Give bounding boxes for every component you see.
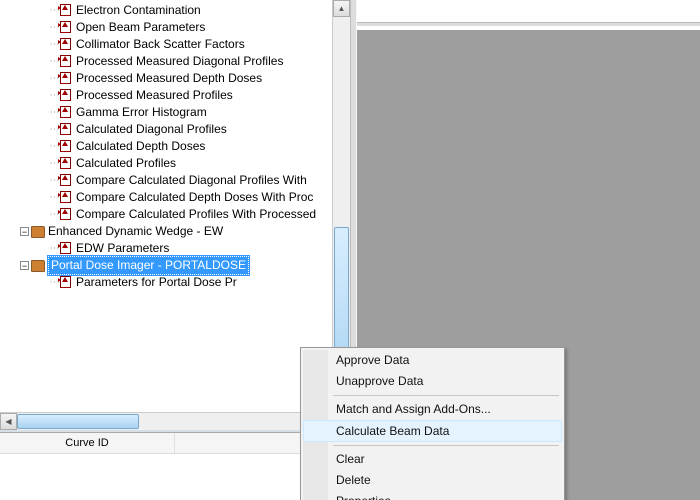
tree-item-label: Calculated Diagonal Profiles <box>76 121 227 138</box>
hscroll-track[interactable] <box>17 413 316 430</box>
tree-item[interactable]: ⋯Gamma Error Histogram <box>0 104 350 121</box>
right-pane-top-border <box>357 0 700 30</box>
scroll-left-button[interactable]: ◀ <box>0 413 17 430</box>
bottom-panel: Curve ID <box>0 432 350 500</box>
tree-item-label: Collimator Back Scatter Factors <box>76 36 245 53</box>
chart-icon <box>58 140 73 153</box>
context-menu-item[interactable]: Properties <box>303 491 562 500</box>
tree-item[interactable]: ⋯Processed Measured Profiles <box>0 87 350 104</box>
bottom-panel-header[interactable]: Curve ID <box>0 433 350 454</box>
chart-icon <box>58 72 73 85</box>
tree-group-selected[interactable]: − Portal Dose Imager - PORTALDOSE <box>0 257 350 274</box>
tree-item-label: Compare Calculated Diagonal Profiles Wit… <box>76 172 307 189</box>
tree-item-label: Processed Measured Profiles <box>76 87 233 104</box>
collapse-icon[interactable]: − <box>20 227 29 236</box>
tree-item[interactable]: ⋯EDW Parameters <box>0 240 350 257</box>
folder-icon <box>31 260 45 272</box>
tree-item-label: Compare Calculated Profiles With Process… <box>76 206 316 223</box>
folder-icon <box>31 226 45 238</box>
horizontal-scrollbar[interactable]: ◀ ▶ <box>0 412 333 430</box>
chart-icon <box>58 157 73 170</box>
tree-item[interactable]: ⋯Processed Measured Diagonal Profiles <box>0 53 350 70</box>
tree-item-label: EDW Parameters <box>76 240 169 257</box>
tree-group[interactable]: − Enhanced Dynamic Wedge - EW <box>0 223 350 240</box>
chart-icon <box>58 4 73 17</box>
tree-view[interactable]: ⋯Electron Contamination⋯Open Beam Parame… <box>0 0 350 293</box>
tree-item-label: Processed Measured Diagonal Profiles <box>76 53 283 70</box>
context-menu-item[interactable]: Approve Data <box>303 350 562 371</box>
tree-item[interactable]: ⋯Collimator Back Scatter Factors <box>0 36 350 53</box>
context-menu-separator <box>303 442 562 449</box>
chart-icon <box>58 106 73 119</box>
tree-item[interactable]: ⋯Calculated Depth Doses <box>0 138 350 155</box>
tree-item-label: Processed Measured Depth Doses <box>76 70 262 87</box>
context-menu-item[interactable]: Delete <box>303 470 562 491</box>
tree-item[interactable]: ⋯Parameters for Portal Dose Pr <box>0 274 350 291</box>
tree-item-label: Calculated Depth Doses <box>76 138 205 155</box>
chart-icon <box>58 123 73 136</box>
tree-item-label: Parameters for Portal Dose Pr <box>76 274 237 291</box>
tree-container: ⋯Electron Contamination⋯Open Beam Parame… <box>0 0 350 432</box>
tree-item[interactable]: ⋯Electron Contamination <box>0 2 350 19</box>
chart-icon <box>58 174 73 187</box>
tree-group-label: Portal Dose Imager - PORTALDOSE <box>48 256 249 275</box>
tree-item-label: Electron Contamination <box>76 2 201 19</box>
tree-item[interactable]: ⋯Calculated Profiles <box>0 155 350 172</box>
context-menu: Approve DataUnapprove Data Match and Assi… <box>300 347 565 500</box>
tree-item[interactable]: ⋯Calculated Diagonal Profiles <box>0 121 350 138</box>
context-menu-item[interactable]: Match and Assign Add-Ons... <box>303 399 562 420</box>
context-menu-item[interactable]: Clear <box>303 449 562 470</box>
tree-item[interactable]: ⋯Compare Calculated Profiles With Proces… <box>0 206 350 223</box>
context-menu-item[interactable]: Unapprove Data <box>303 371 562 392</box>
context-menu-item[interactable]: Calculate Beam Data <box>303 420 562 442</box>
chart-icon <box>58 89 73 102</box>
left-pane: ⋯Electron Contamination⋯Open Beam Parame… <box>0 0 350 500</box>
vscroll-track[interactable] <box>333 17 350 396</box>
scroll-up-button[interactable]: ▲ <box>333 0 350 17</box>
tree-item[interactable]: ⋯Processed Measured Depth Doses <box>0 70 350 87</box>
chart-icon <box>58 21 73 34</box>
context-menu-separator <box>303 392 562 399</box>
chart-icon <box>58 242 73 255</box>
chart-icon <box>58 276 73 289</box>
chart-icon <box>58 38 73 51</box>
hscroll-thumb[interactable] <box>17 414 139 429</box>
tree-item-label: Gamma Error Histogram <box>76 104 207 121</box>
tree-item[interactable]: ⋯Compare Calculated Diagonal Profiles Wi… <box>0 172 350 189</box>
tree-item-label: Open Beam Parameters <box>76 19 205 36</box>
tree-group-label: Enhanced Dynamic Wedge - EW <box>48 223 223 240</box>
tree-item-label: Calculated Profiles <box>76 155 176 172</box>
chart-icon <box>58 208 73 221</box>
chart-icon <box>58 191 73 204</box>
collapse-icon[interactable]: − <box>20 261 29 270</box>
tree-item[interactable]: ⋯Open Beam Parameters <box>0 19 350 36</box>
column-curve-id[interactable]: Curve ID <box>0 433 175 453</box>
tree-item[interactable]: ⋯Compare Calculated Depth Doses With Pro… <box>0 189 350 206</box>
chart-icon <box>58 55 73 68</box>
tree-item-label: Compare Calculated Depth Doses With Proc <box>76 189 313 206</box>
